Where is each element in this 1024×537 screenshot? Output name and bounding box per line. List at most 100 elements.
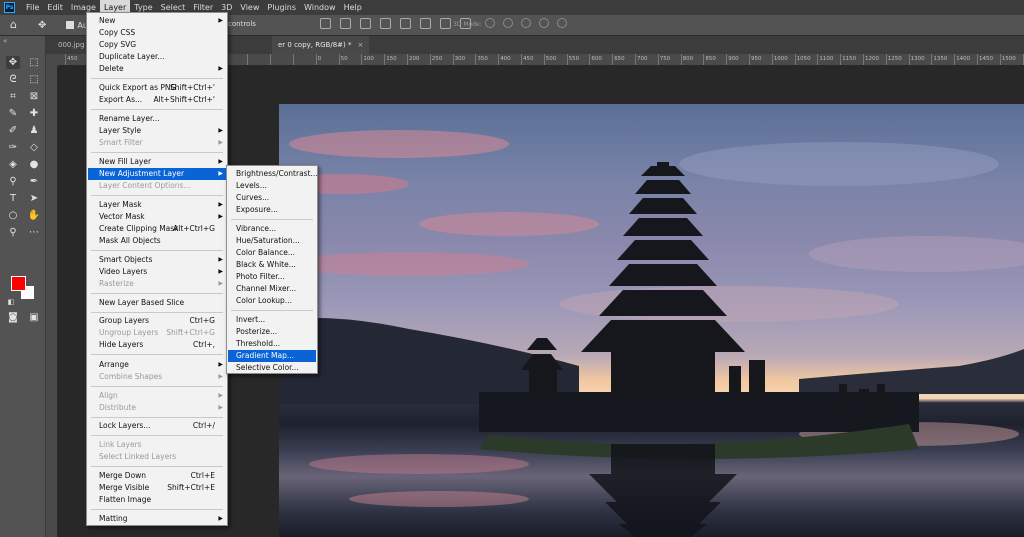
align-right-icon[interactable]: [360, 18, 371, 29]
align-top-icon[interactable]: [380, 18, 391, 29]
menu-item-merge-visible[interactable]: Merge Visible Shift+Ctrl+E: [88, 482, 226, 494]
menu-item-link-layers[interactable]: Link Layers: [88, 439, 226, 451]
submenu-item-brightness-contrast[interactable]: Brightness/Contrast...: [228, 168, 318, 180]
align-left-icon[interactable]: [320, 18, 331, 29]
eyedropper-tool-icon[interactable]: ✎: [6, 107, 20, 120]
align-middle-icon[interactable]: [400, 18, 411, 29]
menu-item-flatten-image[interactable]: Flatten Image: [88, 494, 226, 506]
ellipse-tool-icon[interactable]: ○: [6, 209, 20, 222]
menu-item-new-adjustment-layer[interactable]: New Adjustment Layer ▶: [88, 168, 226, 180]
close-tab-icon[interactable]: ×: [357, 41, 363, 49]
path-selection-icon[interactable]: ➤: [27, 192, 41, 205]
submenu-item-posterize[interactable]: Posterize...: [228, 326, 316, 338]
menu-item-duplicate-layer[interactable]: Duplicate Layer...: [88, 51, 226, 63]
slide-3d-icon[interactable]: [539, 18, 549, 28]
menu-item-layer-content-options[interactable]: Layer Content Options...: [88, 180, 226, 192]
submenu-item-photo-filter[interactable]: Photo Filter...: [228, 271, 316, 283]
submenu-item-levels[interactable]: Levels...: [228, 180, 316, 192]
history-brush-icon[interactable]: ✑: [6, 141, 20, 154]
eraser-tool-icon[interactable]: ◇: [27, 141, 41, 154]
menu-item-vector-mask[interactable]: Vector Mask ▶: [88, 211, 226, 223]
submenu-item-channel-mixer[interactable]: Channel Mixer...: [228, 283, 316, 295]
pen-tool-icon[interactable]: ✒: [27, 175, 41, 188]
menu-item-copy-css[interactable]: Copy CSS: [88, 27, 226, 39]
menu-file[interactable]: File: [22, 0, 43, 15]
menu-item-lock-layers[interactable]: Lock Layers... Ctrl+/: [88, 420, 226, 432]
submenu-item-gradient-map[interactable]: Gradient Map...: [228, 350, 316, 362]
lasso-tool-icon[interactable]: ᘓ: [6, 73, 20, 86]
menu-item-arrange[interactable]: Arrange ▶: [88, 359, 226, 371]
menu-item-copy-svg[interactable]: Copy SVG: [88, 39, 226, 51]
menu-item-ungroup-layers[interactable]: Ungroup Layers Shift+Ctrl+G: [88, 327, 226, 339]
default-colors-icon[interactable]: ◧: [4, 296, 18, 309]
menu-item-layer-style[interactable]: Layer Style ▶: [88, 125, 226, 137]
submenu-item-vibrance[interactable]: Vibrance...: [228, 223, 316, 235]
paint-bucket-icon[interactable]: ◈: [6, 158, 20, 171]
home-icon[interactable]: ⌂: [10, 19, 22, 31]
submenu-item-invert[interactable]: Invert...: [228, 314, 316, 326]
dodge-tool-icon[interactable]: ⚲: [6, 175, 20, 188]
align-bottom-icon[interactable]: [420, 18, 431, 29]
clone-stamp-icon[interactable]: ♟: [27, 124, 41, 137]
zoom-tool-icon[interactable]: ⚲: [6, 226, 20, 239]
collapse-toolbar-icon[interactable]: «: [3, 37, 7, 45]
menu-item-smart-objects[interactable]: Smart Objects ▶: [88, 254, 226, 266]
menu-help[interactable]: Help: [340, 0, 366, 15]
menu-window[interactable]: Window: [300, 0, 340, 15]
drag-3d-icon[interactable]: [521, 18, 531, 28]
roll-3d-icon[interactable]: [503, 18, 513, 28]
menu-item-matting[interactable]: Matting ▶: [88, 513, 226, 525]
menu-item-distribute[interactable]: Distribute ▶: [88, 402, 226, 414]
more-tools-icon[interactable]: ⋯: [27, 226, 41, 239]
menu-item-hide-layers[interactable]: Hide Layers Ctrl+,: [88, 339, 226, 351]
menu-item-select-linked-layers[interactable]: Select Linked Layers: [88, 451, 226, 463]
auto-select-checkbox[interactable]: [66, 21, 75, 29]
frame-tool-icon[interactable]: ⊠: [27, 90, 41, 103]
menu-item-combine-shapes[interactable]: Combine Shapes ▶: [88, 371, 226, 383]
foreground-color-swatch[interactable]: [11, 276, 26, 291]
menu-edit[interactable]: Edit: [43, 0, 67, 15]
menu-item-group-layers[interactable]: Group Layers Ctrl+G: [88, 315, 226, 327]
move-tool-icon[interactable]: ✥: [6, 56, 20, 69]
menu-item-new[interactable]: New ▶: [88, 15, 226, 27]
distribute-icon[interactable]: [440, 18, 451, 29]
crop-tool-icon[interactable]: ⌗: [6, 90, 20, 103]
menu-item-export-as[interactable]: Export As... Alt+Shift+Ctrl+': [88, 94, 226, 106]
menu-plugins[interactable]: Plugins: [263, 0, 300, 15]
blur-tool-icon[interactable]: ●: [27, 158, 41, 171]
menu-item-delete[interactable]: Delete ▶: [88, 63, 226, 75]
submenu-item-selective-color[interactable]: Selective Color...: [228, 362, 316, 374]
move-tool-icon[interactable]: ✥: [38, 20, 46, 31]
menu-item-new-layer-based-slice[interactable]: New Layer Based Slice: [88, 297, 226, 309]
orbit-3d-icon[interactable]: [485, 18, 495, 28]
submenu-item-threshold[interactable]: Threshold...: [228, 338, 316, 350]
screen-mode-icon[interactable]: ▣: [27, 311, 41, 324]
submenu-item-curves[interactable]: Curves...: [228, 192, 316, 204]
scale-3d-icon[interactable]: [557, 18, 567, 28]
align-center-icon[interactable]: [340, 18, 351, 29]
submenu-item-color-balance[interactable]: Color Balance...: [228, 247, 316, 259]
object-selection-icon[interactable]: ⬚: [27, 73, 41, 86]
type-tool-icon[interactable]: T: [6, 192, 20, 205]
menu-item-new-fill-layer[interactable]: New Fill Layer ▶: [88, 156, 226, 168]
menu-item-rename-layer[interactable]: Rename Layer...: [88, 113, 226, 125]
submenu-item-black-white[interactable]: Black & White...: [228, 259, 316, 271]
submenu-item-exposure[interactable]: Exposure...: [228, 204, 316, 216]
menu-item-mask-all-objects[interactable]: Mask All Objects: [88, 235, 226, 247]
menu-item-quick-export-png[interactable]: Quick Export as PNG Shift+Ctrl+': [88, 82, 226, 94]
menu-view[interactable]: View: [236, 0, 263, 15]
brush-tool-icon[interactable]: ✐: [6, 124, 20, 137]
menu-item-video-layers[interactable]: Video Layers ▶: [88, 266, 226, 278]
quick-mask-icon[interactable]: ◙: [6, 311, 20, 324]
menu-item-create-clipping-mask[interactable]: Create Clipping Mask Alt+Ctrl+G: [88, 223, 226, 235]
hand-tool-icon[interactable]: ✋: [27, 209, 41, 222]
submenu-item-color-lookup[interactable]: Color Lookup...: [228, 295, 316, 307]
menu-item-smart-filter[interactable]: Smart Filter ▶: [88, 137, 226, 149]
menu-item-layer-mask[interactable]: Layer Mask ▶: [88, 199, 226, 211]
menu-item-align[interactable]: Align ▶: [88, 390, 226, 402]
tab-document-active[interactable]: er 0 copy, RGB/8#) * ×: [272, 36, 370, 54]
submenu-item-hue-saturation[interactable]: Hue/Saturation...: [228, 235, 316, 247]
marquee-tool-icon[interactable]: ⬚: [27, 56, 41, 69]
menu-item-merge-down[interactable]: Merge Down Ctrl+E: [88, 470, 226, 482]
healing-brush-icon[interactable]: ✚: [27, 107, 41, 120]
